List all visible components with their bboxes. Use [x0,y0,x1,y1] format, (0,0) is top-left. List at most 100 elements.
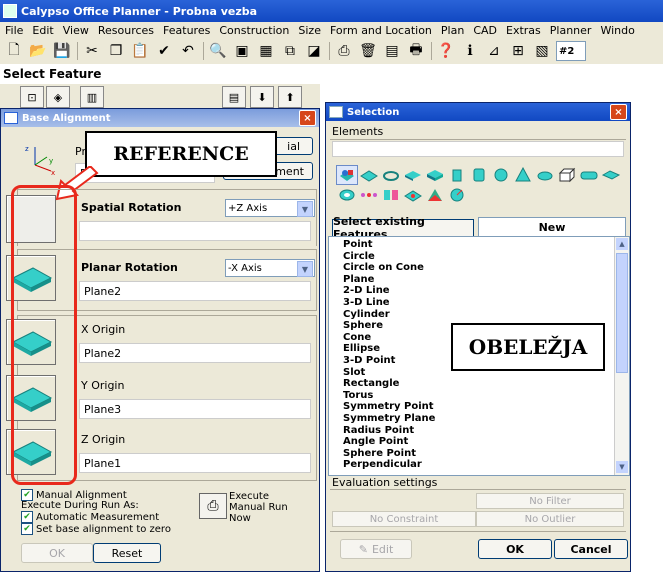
list-item[interactable]: 3-D Line [329,297,629,309]
cad-view-icon[interactable]: ◪ [304,41,324,61]
chevron-down-icon[interactable]: ▼ [616,461,628,473]
menu-features[interactable]: Features [163,24,210,37]
no-constraint-button[interactable]: No Constraint [332,511,476,527]
arrow-down-icon[interactable]: ⬇ [250,86,274,108]
sphere-point-icon[interactable] [446,185,468,205]
info-icon[interactable]: ℹ [460,41,480,61]
stylus-combo[interactable]: #2 [556,41,586,61]
menu-window[interactable]: Windo [600,24,634,37]
image-icon[interactable]: ▣ [232,41,252,61]
slab-icon[interactable] [424,165,446,185]
circle-icon[interactable] [380,165,402,185]
no-outlier-button[interactable]: No Outlier [476,511,624,527]
planar-rotation-combo[interactable]: -X Axis ▼ [225,259,315,277]
menu-extras[interactable]: Extras [506,24,541,37]
spatial-rotation-field[interactable] [79,221,311,241]
reset-button[interactable]: Reset [93,543,161,563]
printer-icon[interactable]: 🖶 [406,41,426,61]
plane-thick-icon[interactable] [402,165,424,185]
list-item[interactable]: Symmetry Plane [329,413,629,425]
gallery-icon[interactable]: ▦ [256,41,276,61]
menu-edit[interactable]: Edit [32,24,53,37]
list-item[interactable]: Symmetry Point [329,401,629,413]
check-icon[interactable]: ✔ [154,41,174,61]
list-item[interactable]: Plane [329,274,629,286]
menu-size[interactable]: Size [298,24,321,37]
feature-selection-icon[interactable] [336,165,358,185]
list-item[interactable]: Torus [329,390,629,402]
execute-manual-run-button[interactable]: ⎙ [199,493,227,519]
print-icon[interactable]: ⎙ [334,41,354,61]
edit-button[interactable]: ✎ Edit [340,539,412,559]
symmetry-point-icon[interactable] [358,185,380,205]
set-base-zero-checkbox[interactable]: ✔ [21,523,33,535]
list-item[interactable]: Circle [329,251,629,263]
list-item[interactable]: Rectangle [329,378,629,390]
cylinder-tall-icon[interactable] [468,165,490,185]
z-origin-field[interactable]: Plane1 [79,453,311,473]
radius-point-icon[interactable] [402,185,424,205]
menu-file[interactable]: File [5,24,23,37]
feature-group-icon[interactable]: ◈ [46,86,70,108]
list-item[interactable]: Perpendicular [329,459,629,471]
automatic-measurement-row[interactable]: ✔ Automatic Measurement [21,511,171,523]
list-item[interactable]: Point [329,239,629,251]
find-icon[interactable]: 🔍 [208,41,228,61]
document-icon[interactable]: ▤ [382,41,402,61]
ellipse-icon[interactable] [534,165,556,185]
planar-rotation-field[interactable]: Plane2 [79,281,311,301]
new-file-icon[interactable]: 🗋 [4,41,24,61]
cut-icon[interactable]: ✂ [82,41,102,61]
y-origin-field[interactable]: Plane3 [79,399,311,419]
stylus-icon[interactable]: ▧ [532,41,552,61]
close-icon[interactable]: × [610,104,627,120]
close-icon[interactable]: × [299,110,316,126]
paste-icon[interactable]: 📋 [130,41,150,61]
arrow-up-icon[interactable]: ⬆ [278,86,302,108]
menu-planner[interactable]: Planner [550,24,592,37]
x-origin-field[interactable]: Plane2 [79,343,311,363]
ok-button[interactable]: OK [21,543,93,563]
chevron-up-icon[interactable]: ▲ [616,238,628,250]
automatic-measurement-checkbox[interactable]: ✔ [21,511,33,523]
list-item[interactable]: Radius Point [329,425,629,437]
slot-icon[interactable] [578,165,600,185]
cancel-button[interactable]: Cancel [554,539,628,559]
menu-plan[interactable]: Plan [441,24,464,37]
copy-window-icon[interactable]: ⧉ [280,41,300,61]
list-item[interactable]: Sphere Point [329,448,629,460]
tab-select-existing-features[interactable]: Select existing Features [332,215,474,241]
feature-list-icon[interactable]: ⊡ [20,86,44,108]
spatial-rotation-combo[interactable]: +Z Axis ▼ [225,199,315,217]
plane-icon[interactable] [358,165,380,185]
torus-icon[interactable] [336,185,358,205]
menu-form-location[interactable]: Form and Location [330,24,432,37]
cylinder-icon[interactable] [446,165,468,185]
angle-point-icon[interactable] [424,185,446,205]
cone-icon[interactable] [512,165,534,185]
ok-button[interactable]: OK [478,539,552,559]
copy-icon[interactable]: ❐ [106,41,126,61]
elements-field[interactable] [332,141,624,157]
open-folder-icon[interactable]: 📂 [28,41,48,61]
feature-table-icon[interactable]: ▥ [80,86,104,108]
rectangle-icon[interactable] [600,165,622,185]
scrollbar-thumb[interactable] [616,253,628,373]
tab-new[interactable]: New [478,217,626,237]
sheet-icon[interactable]: ▤ [222,86,246,108]
menu-view[interactable]: View [63,24,89,37]
sphere-icon[interactable] [490,165,512,185]
trash-icon[interactable]: 🗑 [358,41,378,61]
menu-cad[interactable]: CAD [473,24,497,37]
list-scrollbar[interactable]: ▲ ▼ [614,237,629,475]
list-item[interactable]: Cylinder [329,309,629,321]
help-icon[interactable]: ❓ [436,41,456,61]
chevron-down-icon[interactable]: ▼ [297,201,313,217]
list-item[interactable]: 2-D Line [329,285,629,297]
menu-construction[interactable]: Construction [219,24,289,37]
menu-resources[interactable]: Resources [98,24,154,37]
box-icon[interactable] [556,165,578,185]
list-item[interactable]: Angle Point [329,436,629,448]
no-filter-button[interactable]: No Filter [476,493,624,509]
fixture-icon[interactable]: ⊞ [508,41,528,61]
